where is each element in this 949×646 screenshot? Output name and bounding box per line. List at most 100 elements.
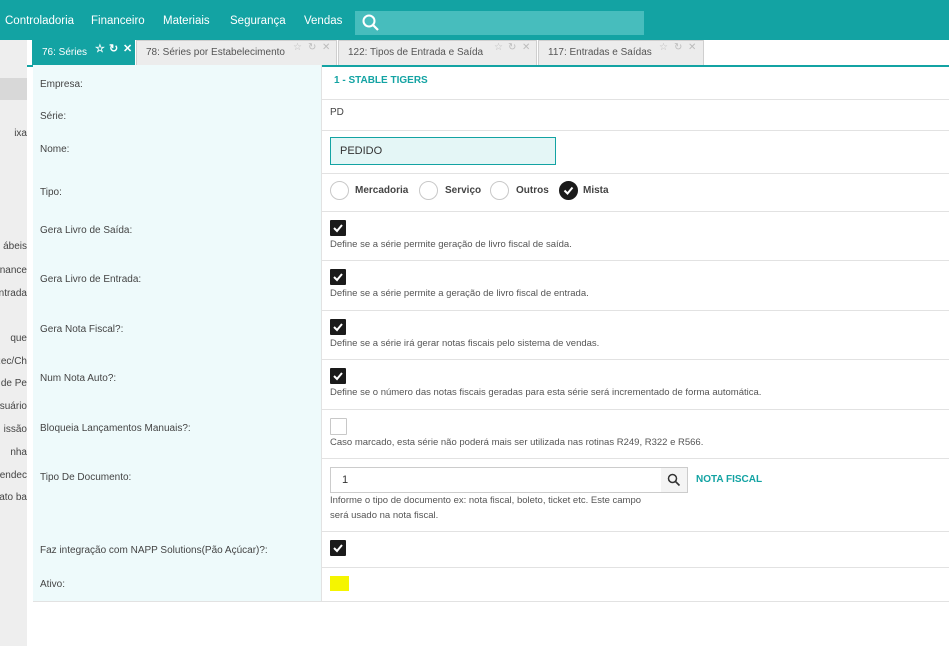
label-cell: Tipo De Documento: — [33, 458, 322, 531]
bloqueia-desc: Caso marcado, esta série não poderá mais… — [330, 437, 704, 448]
label-cell: Num Nota Auto?: — [33, 359, 322, 409]
label-cell: Nome: — [33, 130, 322, 173]
check-icon — [333, 273, 343, 282]
nome-label: Nome: — [40, 144, 70, 155]
tipo-option-label: Mercadoria — [355, 185, 409, 196]
star-icon[interactable]: ☆ — [95, 42, 105, 55]
num-nota-checkbox[interactable] — [330, 368, 346, 384]
tipo-option-label: Mista — [583, 185, 609, 196]
row-num-nota-auto: Num Nota Auto?: Define se o número das n… — [33, 359, 949, 410]
tipo-doc-search-button[interactable] — [661, 467, 688, 493]
row-tipo: Tipo: Mercadoria Serviço Outros Mista — [33, 173, 949, 212]
sidebar-item[interactable]: nance — [0, 265, 27, 276]
tab-label: 122: Tipos de Entrada e Saída — [348, 47, 484, 58]
tipo-radio-mista[interactable] — [559, 181, 578, 200]
bloqueia-checkbox[interactable] — [330, 418, 347, 435]
sidebar: ixa ábeis nance ntrada que Rec/Ch de Pe … — [0, 40, 27, 646]
row-bloqueia-lancamentos: Bloqueia Lançamentos Manuais?: Caso marc… — [33, 409, 949, 459]
sidebar-item[interactable]: nha — [10, 447, 27, 458]
sidebar-item[interactable]: ntrada — [0, 288, 27, 299]
star-icon[interactable]: ☆ — [494, 42, 503, 53]
menu-controladoria[interactable]: Controladoria — [5, 0, 74, 40]
value-cell — [330, 531, 949, 567]
sidebar-selected-highlight — [0, 78, 27, 100]
tipo-doc-desc-1: Informe o tipo de documento ex: nota fis… — [330, 495, 642, 506]
row-nome: Nome: PEDIDO — [33, 130, 949, 174]
tab-entradas-saidas[interactable]: 117: Entradas e Saídas ☆ ↻ ✕ — [538, 40, 704, 65]
gera-saida-desc: Define se a série permite geração de liv… — [330, 239, 572, 250]
star-icon[interactable]: ☆ — [293, 42, 302, 53]
refresh-icon[interactable]: ↻ — [508, 42, 516, 53]
refresh-icon[interactable]: ↻ — [674, 42, 682, 53]
gera-entrada-checkbox[interactable] — [330, 269, 346, 285]
close-icon[interactable]: ✕ — [688, 42, 696, 53]
row-ativo: Ativo: — [33, 567, 949, 602]
check-icon — [563, 186, 574, 195]
search-icon — [362, 14, 379, 31]
sidebar-item[interactable]: endec — [0, 470, 27, 481]
serie-value: PD — [330, 107, 344, 118]
close-icon[interactable]: ✕ — [522, 42, 530, 53]
gera-saida-checkbox[interactable] — [330, 220, 346, 236]
gera-nota-checkbox[interactable] — [330, 319, 346, 335]
num-nota-label: Num Nota Auto?: — [40, 373, 117, 384]
empresa-value[interactable]: 1 - STABLE TIGERS — [334, 75, 428, 86]
label-cell: Gera Livro de Entrada: — [33, 260, 322, 310]
sidebar-item[interactable]: ábeis — [3, 241, 27, 252]
menu-financeiro[interactable]: Financeiro — [91, 0, 145, 40]
label-cell: Bloqueia Lançamentos Manuais?: — [33, 409, 322, 458]
tab-bar: 76: Séries ☆ ↻ ✕ 78: Séries por Estabele… — [27, 40, 949, 67]
refresh-icon[interactable]: ↻ — [308, 42, 316, 53]
check-icon — [333, 323, 343, 332]
tipo-doc-name[interactable]: NOTA FISCAL — [696, 474, 762, 485]
tab-label: 117: Entradas e Saídas — [548, 47, 652, 58]
nome-input-value: PEDIDO — [340, 145, 383, 157]
sidebar-item[interactable]: que — [10, 333, 27, 344]
tab-tipos-entrada-saida[interactable]: 122: Tipos de Entrada e Saída ☆ ↻ ✕ — [338, 40, 537, 65]
tipo-doc-input[interactable]: 1 — [330, 467, 662, 493]
tipo-radio-servico[interactable] — [419, 181, 438, 200]
close-icon[interactable]: ✕ — [322, 42, 330, 53]
sidebar-item[interactable]: ato ba — [0, 492, 27, 503]
nome-input[interactable]: PEDIDO — [330, 137, 556, 165]
label-cell: Gera Livro de Saída: — [33, 211, 322, 260]
value-cell: Mercadoria Serviço Outros Mista — [330, 173, 949, 211]
tab-series-estabelecimento[interactable]: 78: Séries por Estabelecimento ☆ ↻ ✕ — [136, 40, 337, 65]
ativo-checkbox[interactable] — [330, 576, 349, 591]
menu-vendas[interactable]: Vendas — [304, 0, 342, 40]
value-cell: 1 - STABLE TIGERS — [330, 65, 949, 99]
sidebar-item[interactable]: suário — [0, 401, 27, 412]
sidebar-item[interactable]: de Pe — [1, 378, 27, 389]
row-tipo-documento: Tipo De Documento: 1 NOTA FISCAL Informe… — [33, 458, 949, 532]
menu-seguranca[interactable]: Segurança — [230, 0, 286, 40]
row-gera-livro-saida: Gera Livro de Saída: Define se a série p… — [33, 211, 949, 261]
value-cell: Define se o número das notas fiscais ger… — [330, 359, 949, 409]
empresa-label: Empresa: — [40, 79, 83, 90]
star-icon[interactable]: ☆ — [659, 42, 668, 53]
tab-series[interactable]: 76: Séries ☆ ↻ ✕ — [32, 40, 135, 67]
gera-nota-desc: Define se a série irá gerar notas fiscai… — [330, 338, 600, 349]
row-serie: Série: PD — [33, 99, 949, 131]
global-search-input[interactable] — [355, 11, 644, 35]
tipo-option-label: Outros — [516, 185, 549, 196]
gera-entrada-label: Gera Livro de Entrada: — [40, 274, 142, 285]
sidebar-item[interactable]: issão — [4, 424, 27, 435]
tipo-radio-outros[interactable] — [490, 181, 509, 200]
serie-label: Série: — [40, 111, 67, 122]
value-cell: 1 NOTA FISCAL Informe o tipo de document… — [330, 458, 949, 531]
refresh-icon[interactable]: ↻ — [109, 42, 118, 55]
value-cell — [330, 567, 949, 601]
value-cell: PEDIDO — [330, 130, 949, 173]
gera-saida-label: Gera Livro de Saída: — [40, 225, 133, 236]
close-icon[interactable]: ✕ — [123, 42, 132, 55]
menu-materiais[interactable]: Materiais — [163, 0, 210, 40]
sidebar-item[interactable]: Rec/Ch — [0, 356, 27, 367]
label-cell: Ativo: — [33, 567, 322, 601]
sidebar-item[interactable]: ixa — [14, 128, 27, 139]
bloqueia-label: Bloqueia Lançamentos Manuais?: — [40, 423, 191, 434]
value-cell: Define se a série permite geração de liv… — [330, 211, 949, 260]
napp-label: Faz integração com NAPP Solutions(Pão Aç… — [40, 545, 268, 556]
napp-checkbox[interactable] — [330, 540, 346, 556]
value-cell: Define se a série irá gerar notas fiscai… — [330, 310, 949, 359]
tipo-radio-mercadoria[interactable] — [330, 181, 349, 200]
